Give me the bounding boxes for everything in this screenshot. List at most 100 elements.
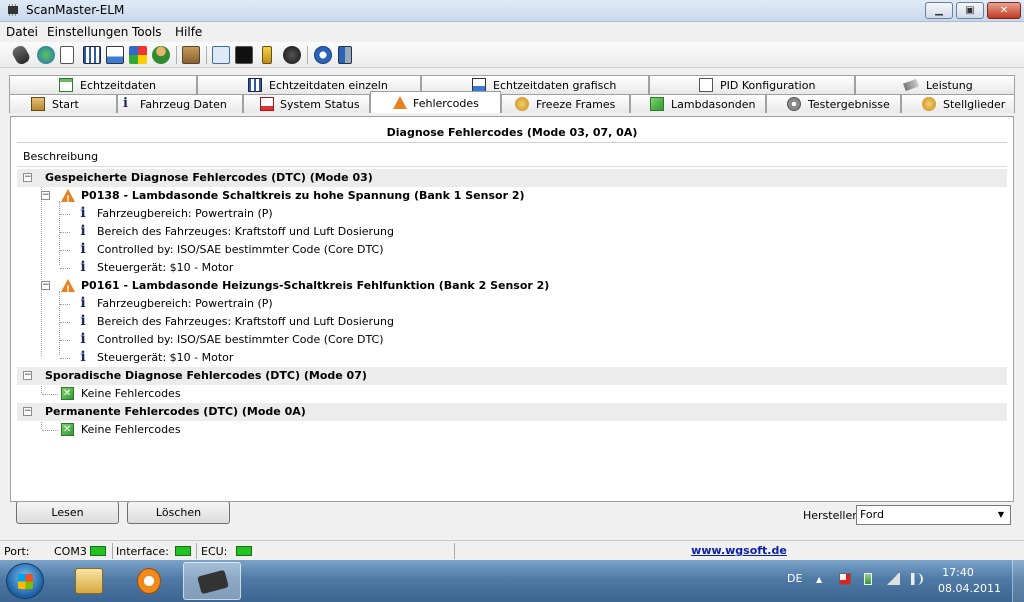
title-bar: ScanMaster-ELM ▁ ▣ ✕ <box>0 0 1024 22</box>
terminal-icon[interactable] <box>235 46 253 64</box>
tree-code-p0161[interactable]: − P0161 - Lambdasonde Heizungs-Schaltkre… <box>17 277 1007 299</box>
status-bar: Port: COM3 Interface: ECU: www.wgsoft.de <box>0 540 1024 560</box>
tab-testergebnisse[interactable]: Testergebnisse <box>766 94 901 113</box>
collapse-toggle[interactable]: − <box>41 281 50 290</box>
maximize-button[interactable]: ▣ <box>956 2 984 19</box>
tree-detail[interactable]: i Bereich des Fahrzeuges: Kraftstoff und… <box>17 313 1007 331</box>
taskbar-scanmaster[interactable] <box>183 562 241 600</box>
taskbar: DE ▲ 17:40 08.04.2011 <box>0 560 1024 602</box>
column-header-beschreibung[interactable]: Beschreibung <box>17 147 1007 167</box>
menu-einstellungen[interactable]: Einstellungen <box>47 25 128 39</box>
document-icon[interactable] <box>60 46 74 64</box>
menu-datei[interactable]: Datei <box>6 25 38 39</box>
tab-system-status[interactable]: System Status <box>243 94 370 113</box>
taskbar-explorer[interactable] <box>60 562 118 600</box>
collapse-toggle[interactable]: − <box>23 371 32 380</box>
collapse-toggle[interactable]: − <box>41 191 50 200</box>
tree-detail[interactable]: i Fahrzeugbereich: Powertrain (P) <box>17 295 1007 313</box>
table-icon <box>59 78 73 92</box>
warning-icon <box>61 279 75 299</box>
minimize-button[interactable]: ▁ <box>925 2 953 19</box>
connect-icon[interactable] <box>10 43 32 67</box>
no-codes-icon <box>61 421 74 439</box>
tab-echtzeitdaten[interactable]: Echtzeitdaten <box>9 75 197 94</box>
hersteller-select[interactable]: Ford ▼ <box>856 505 1011 525</box>
start-button[interactable] <box>6 563 44 599</box>
tree-detail[interactable]: i Fahrzeugbereich: Powertrain (P) <box>17 205 1007 223</box>
lesen-button[interactable]: Lesen <box>16 501 119 524</box>
gauge-icon[interactable] <box>283 46 301 64</box>
hand-icon <box>515 97 529 111</box>
network-icon[interactable] <box>886 573 900 585</box>
document-icon <box>699 78 713 92</box>
panel-title: Diagnose Fehlercodes (Mode 03, 07, 0A) <box>17 123 1007 143</box>
tray-expand-icon[interactable]: ▲ <box>816 575 828 587</box>
menu-tools[interactable]: Tools <box>132 25 162 39</box>
no-codes-icon <box>61 385 74 403</box>
close-button[interactable]: ✕ <box>987 2 1021 19</box>
tab-leistung[interactable]: Leistung <box>855 75 1015 94</box>
battery-icon[interactable] <box>262 46 272 64</box>
tree-item-no-codes[interactable]: Keine Fehlercodes <box>17 385 1007 403</box>
media-player-icon <box>137 568 161 594</box>
volume-icon[interactable] <box>911 573 923 585</box>
flag-icon[interactable] <box>839 573 851 585</box>
tree-group-mode03[interactable]: − Gespeicherte Diagnose Fehlercodes (DTC… <box>17 169 1007 187</box>
collapse-toggle[interactable]: − <box>23 407 32 416</box>
chart-icon[interactable] <box>106 46 124 64</box>
menu-bar: Datei Einstellungen Tools Hilfe <box>0 22 1024 42</box>
chart-icon <box>472 78 486 92</box>
tree-detail[interactable]: i Bereich des Fahrzeuges: Kraftstoff und… <box>17 223 1007 241</box>
info-icon: i <box>80 205 86 221</box>
tab-pid-konfiguration[interactable]: PID Konfiguration <box>649 75 855 94</box>
chevron-down-icon[interactable]: ▼ <box>994 508 1008 522</box>
status-icon <box>260 97 274 111</box>
taskbar-media-player[interactable] <box>120 562 178 600</box>
interface-led-icon <box>175 546 191 556</box>
chip-icon <box>197 569 229 595</box>
info-icon: i <box>80 295 86 311</box>
puzzle-icon[interactable] <box>129 46 147 64</box>
tab-fahrzeug-daten[interactable]: i Fahrzeug Daten <box>117 94 243 113</box>
info-icon: i <box>80 259 86 275</box>
clock-date[interactable]: 08.04.2011 <box>938 582 1001 595</box>
tree-detail[interactable]: i Steuergerät: $10 - Motor <box>17 349 1007 367</box>
tab-fehlercodes[interactable]: Fehlercodes <box>370 91 501 113</box>
ecu-led-icon <box>236 546 252 556</box>
language-indicator[interactable]: DE <box>787 572 802 585</box>
tree-detail[interactable]: i Controlled by: ISO/SAE bestimmter Code… <box>17 241 1007 259</box>
tab-freeze-frames[interactable]: Freeze Frames <box>501 94 630 113</box>
folder-icon <box>75 568 103 594</box>
hand-icon <box>922 97 936 111</box>
interface-label: Interface: <box>116 545 169 558</box>
tab-lambdasonden[interactable]: Lambdasonden <box>630 94 766 113</box>
ecu-label: ECU: <box>201 545 228 558</box>
tree-detail[interactable]: i Steuergerät: $10 - Motor <box>17 259 1007 277</box>
battery-icon[interactable] <box>864 573 872 585</box>
info-icon: i <box>80 223 86 239</box>
collapse-toggle[interactable]: − <box>23 173 32 182</box>
toolbar <box>0 42 1024 68</box>
menu-hilfe[interactable]: Hilfe <box>175 25 202 39</box>
tab-stellglieder[interactable]: Stellglieder <box>901 94 1015 113</box>
monitor-icon[interactable] <box>212 46 230 64</box>
globe-icon[interactable] <box>37 46 55 64</box>
exit-icon[interactable] <box>338 46 352 64</box>
tree-code-p0138[interactable]: − P0138 - Lambdasonde Schaltkreis zu hoh… <box>17 187 1007 209</box>
tree-group-mode07[interactable]: − Sporadische Diagnose Fehlercodes (DTC)… <box>17 367 1007 385</box>
loeschen-button[interactable]: Löschen <box>127 501 230 524</box>
people-icon[interactable] <box>152 46 170 64</box>
tab-start[interactable]: Start <box>9 94 117 113</box>
grid-icon[interactable] <box>83 46 101 64</box>
port-value: COM3 <box>54 545 87 558</box>
warning-icon <box>61 189 75 209</box>
info-icon[interactable] <box>314 46 332 64</box>
website-link[interactable]: www.wgsoft.de <box>455 544 1023 557</box>
clipboard-icon[interactable] <box>182 46 200 64</box>
show-desktop-button[interactable] <box>1012 560 1024 602</box>
tree-item-no-codes[interactable]: Keine Fehlercodes <box>17 421 1007 439</box>
clock-time[interactable]: 17:40 <box>938 566 978 579</box>
tree-group-mode0a[interactable]: − Permanente Fehlercodes (DTC) (Mode 0A) <box>17 403 1007 421</box>
tree-detail[interactable]: i Controlled by: ISO/SAE bestimmter Code… <box>17 331 1007 349</box>
window-title: ScanMaster-ELM <box>26 3 125 17</box>
